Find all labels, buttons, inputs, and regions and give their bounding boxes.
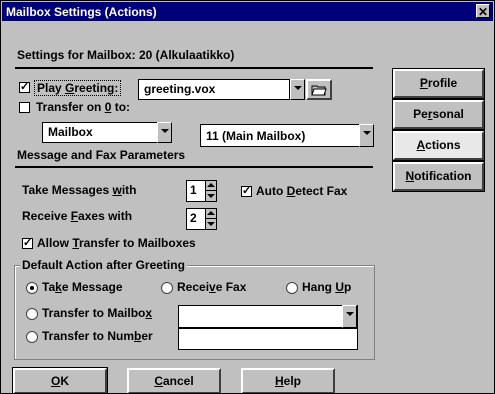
transfer-to-mailbox-radio[interactable]: [26, 308, 38, 320]
play-greeting-label[interactable]: Play Greeting:: [34, 80, 122, 96]
spin-down-icon[interactable]: [206, 219, 216, 229]
tab-personal[interactable]: Personal: [392, 99, 485, 130]
tab-notification[interactable]: Notification: [392, 161, 485, 192]
header-divider: [15, 67, 373, 69]
transfer-to-number-radio[interactable]: [26, 331, 38, 343]
transfer-to-number-label: Transfer to Number: [42, 329, 153, 343]
receive-faxes-label: Receive Faxes with: [22, 209, 133, 223]
transfer-type-dropdown[interactable]: [157, 122, 172, 143]
allow-transfer-checkbox[interactable]: ✓: [22, 238, 33, 249]
settings-for-label: Settings for Mailbox: 20 (Alkulaatikko): [17, 48, 235, 62]
take-message-label: Take Message: [42, 280, 123, 294]
tab-profile[interactable]: Profile: [392, 68, 485, 99]
receive-fax-label: Receive Fax: [177, 280, 247, 294]
transfer-target-select[interactable]: 11 (Main Mailbox): [200, 124, 361, 147]
close-icon: ✕: [477, 5, 489, 19]
play-greeting-checkbox[interactable]: ✓: [19, 82, 30, 93]
hang-up-radio[interactable]: [286, 282, 298, 294]
default-action-group-label: Default Action after Greeting: [20, 258, 187, 272]
hang-up-label: Hang Up: [302, 280, 352, 294]
transfer-type-select[interactable]: Mailbox: [42, 122, 162, 143]
browse-folder-button[interactable]: [306, 79, 332, 100]
mailbox-settings-window: Mailbox Settings (Actions) ✕ Settings fo…: [0, 0, 495, 394]
spin-up-icon[interactable]: [206, 181, 216, 191]
default-mailbox-select[interactable]: [178, 305, 358, 328]
cancel-button[interactable]: Cancel: [127, 368, 221, 393]
take-messages-value[interactable]: 1: [186, 180, 206, 202]
transfer-on-zero-label: Transfer on 0 to:: [36, 100, 131, 114]
transfer-to-mailbox-label: Transfer to Mailbox: [42, 306, 153, 320]
receive-faxes-spinner[interactable]: [205, 208, 217, 230]
default-mailbox-dropdown[interactable]: [342, 305, 357, 328]
take-messages-label: Take Messages with: [22, 183, 137, 197]
tab-actions[interactable]: Actions: [392, 130, 485, 161]
folder-icon: [311, 85, 327, 96]
greeting-file-dropdown[interactable]: [290, 79, 305, 100]
receive-fax-radio[interactable]: [161, 282, 173, 294]
close-button[interactable]: ✕: [476, 4, 490, 19]
receive-faxes-value[interactable]: 2: [186, 208, 206, 230]
params-divider: [15, 166, 373, 168]
transfer-on-zero-checkbox[interactable]: [19, 102, 30, 113]
window-title: Mailbox Settings (Actions): [6, 5, 157, 19]
help-button[interactable]: Help: [241, 368, 335, 393]
ok-button[interactable]: OK: [12, 367, 108, 393]
transfer-target-dropdown[interactable]: [359, 124, 374, 147]
spin-down-icon[interactable]: [206, 191, 216, 201]
auto-detect-fax-label: Auto Detect Fax: [256, 184, 348, 198]
message-fax-heading: Message and Fax Parameters: [17, 148, 186, 162]
spin-up-icon[interactable]: [206, 209, 216, 219]
take-message-radio[interactable]: [26, 282, 38, 294]
allow-transfer-label: Allow Transfer to Mailboxes: [37, 236, 196, 250]
default-number-input[interactable]: [178, 328, 358, 350]
take-messages-spinner[interactable]: [205, 180, 217, 202]
auto-detect-fax-checkbox[interactable]: ✓: [241, 186, 252, 197]
title-bar: Mailbox Settings (Actions) ✕: [2, 2, 493, 21]
greeting-file-input[interactable]: greeting.vox: [138, 79, 290, 100]
